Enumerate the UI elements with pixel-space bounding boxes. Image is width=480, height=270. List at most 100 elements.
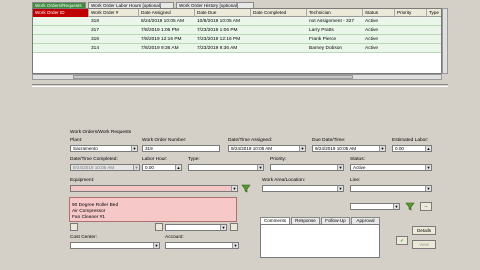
chevron-down-icon[interactable]: ▼ [133,165,139,170]
cell: 314 [91,46,100,51]
completed-value: 9/24/2019 10:05 AM [73,165,115,170]
check-icon: ✓ [400,238,404,243]
work-area-select[interactable]: ▼ [262,185,344,192]
funnel-icon[interactable] [241,184,251,193]
table-row[interactable]: 317 7/8/2019 1:06 PM 7/23/2019 1:06 PM L… [33,26,441,35]
cost-center-select[interactable]: ▼ [70,242,160,249]
spinner-icon[interactable]: ▲ [425,146,431,151]
table-row[interactable]: 318 318 8/24/2019 10:05 AM 10/8/2019 10:… [33,17,441,26]
chevron-down-icon[interactable]: ▼ [153,243,159,248]
equipment-select[interactable]: ▼ [70,185,238,192]
tab-label: Approval [356,218,375,223]
table-row[interactable]: 314 7/8/2019 9:36 AM 7/23/2019 9:36 AM B… [33,44,441,53]
hidden-select[interactable]: ▼ [165,224,227,231]
chevron-down-icon[interactable]: ▼ [131,146,137,151]
cell: Active [365,37,379,42]
cost-center-label: Cost Center: [70,235,97,240]
col-work-order-id[interactable]: Work Order ID [33,9,89,17]
clear-filter-button[interactable]: – [420,202,432,211]
chevron-down-icon[interactable]: ▼ [232,243,238,248]
type-select[interactable]: ▼ [188,164,264,171]
spinner-button[interactable] [230,223,238,231]
cell: 317 [91,28,100,33]
tab-comments[interactable]: Comments [260,217,290,224]
section-title: Work Orders/Work Requests [70,130,132,135]
list-item[interactable]: Air Compressor [72,209,105,214]
cell: 7/8/2019 12:16 PM [141,37,182,42]
chevron-down-icon[interactable]: ▼ [299,146,305,151]
date-assigned-label: Date/Time Assigned: [228,138,273,143]
cell: 8/24/2019 10:05 AM [141,19,184,24]
chevron-down-icon[interactable]: ▼ [337,186,343,191]
work-order-grid[interactable]: Work Order ID Work Order # Date Assigned… [32,8,442,74]
equipment-dropdown-list[interactable]: 90 Degree Roller Bed Air Compressor Fan … [69,197,237,222]
wo-number-label: Work Order Number: [142,138,187,143]
est-labor-input[interactable]: 0.00 ▲ [392,145,432,152]
priority-select[interactable]: ▼ [270,164,344,171]
priority-label: Priority: [270,157,287,162]
list-item[interactable]: 90 Degree Roller Bed [72,203,118,208]
list-item[interactable]: Fan Cleaner #1 [72,215,105,220]
status-select[interactable]: Active ▼ [350,164,432,171]
account-select[interactable]: ▼ [165,242,239,249]
chevron-down-icon[interactable]: ▼ [379,146,385,151]
col-technician[interactable]: Technician [307,9,363,17]
cell: 7/23/2019 9:36 AM [197,46,238,51]
due-picker[interactable]: 9/24/2019 10:05 AM ▼ [312,145,386,152]
view-button[interactable]: View [412,240,436,249]
chevron-down-icon[interactable]: ▼ [231,186,237,191]
grid-header: Work Order ID Work Order # Date Assigned… [33,9,441,17]
spinner-icon[interactable]: ▲ [175,165,181,170]
date-assigned-picker[interactable]: 9/24/2019 10:05 AM ▼ [228,145,306,152]
labor-hour-label: Labor Hour: [142,157,168,162]
equipment-label: Equipment: [70,178,95,183]
plant-select[interactable]: Sacramento ▼ [70,145,138,152]
tab-follow-up[interactable]: Follow-Up [321,217,350,224]
cell: 10/8/2019 10:05 AM [197,19,240,24]
labor-hour-input[interactable]: 0.00 ▲ [142,164,182,171]
table-row[interactable]: 316 7/8/2019 12:16 PM 7/23/2019 12:16 PM… [33,35,441,44]
divider [32,84,448,87]
details-button[interactable]: Details [412,226,436,235]
col-status[interactable]: Status [363,9,395,17]
chevron-down-icon[interactable]: ▼ [257,165,263,170]
tab-response[interactable]: Response [291,217,320,224]
cell: not Assignment - 327 [309,19,355,24]
chevron-down-icon[interactable]: ▼ [393,204,399,209]
col-type[interactable]: Type [427,9,441,17]
col-date-completed[interactable]: Date Completed [251,9,307,17]
chevron-down-icon[interactable]: ▼ [425,186,431,191]
completed-picker[interactable]: 9/24/2019 10:05 AM ▼ [70,164,140,171]
labor-hour-value: 0.00 [145,165,154,170]
chevron-down-icon[interactable]: ▼ [337,165,343,170]
spinner-button[interactable] [155,223,163,231]
col-work-order-number[interactable]: Work Order # [89,9,139,17]
line-label: Line: [350,178,361,183]
save-button[interactable]: ✓ [396,236,408,245]
plant-label: Plant: [70,138,83,143]
filter-select[interactable]: ▼ [350,203,400,210]
chevron-down-icon[interactable]: ▼ [220,225,226,230]
cell: Barney Dobson [309,46,343,51]
cell: Active [365,28,379,33]
line-select[interactable]: ▼ [350,185,432,192]
button-label: Details [416,228,432,233]
comments-textarea[interactable] [260,224,380,258]
tab-label: Comments [263,218,287,223]
grid-vertical-scrollbar[interactable] [442,8,448,74]
funnel-icon[interactable] [405,202,415,211]
wo-number-input[interactable]: 319 [142,145,220,152]
col-date-due[interactable]: Date Due [195,9,251,17]
tab-label: Follow-Up [325,218,346,223]
grid-horizontal-scrollbar[interactable] [32,74,442,80]
col-date-assigned[interactable]: Date Assigned [139,9,195,17]
scroll-thumb[interactable] [73,75,353,79]
cell: 316 [91,37,100,42]
col-priority[interactable]: Priority [395,9,427,17]
tab-label: Response [295,218,316,223]
spinner-button[interactable] [70,223,78,231]
tab-approval[interactable]: Approval [351,217,380,224]
chevron-down-icon[interactable]: ▼ [425,165,431,170]
plant-value: Sacramento [73,146,98,151]
date-assigned-value: 9/24/2019 10:05 AM [231,146,273,151]
